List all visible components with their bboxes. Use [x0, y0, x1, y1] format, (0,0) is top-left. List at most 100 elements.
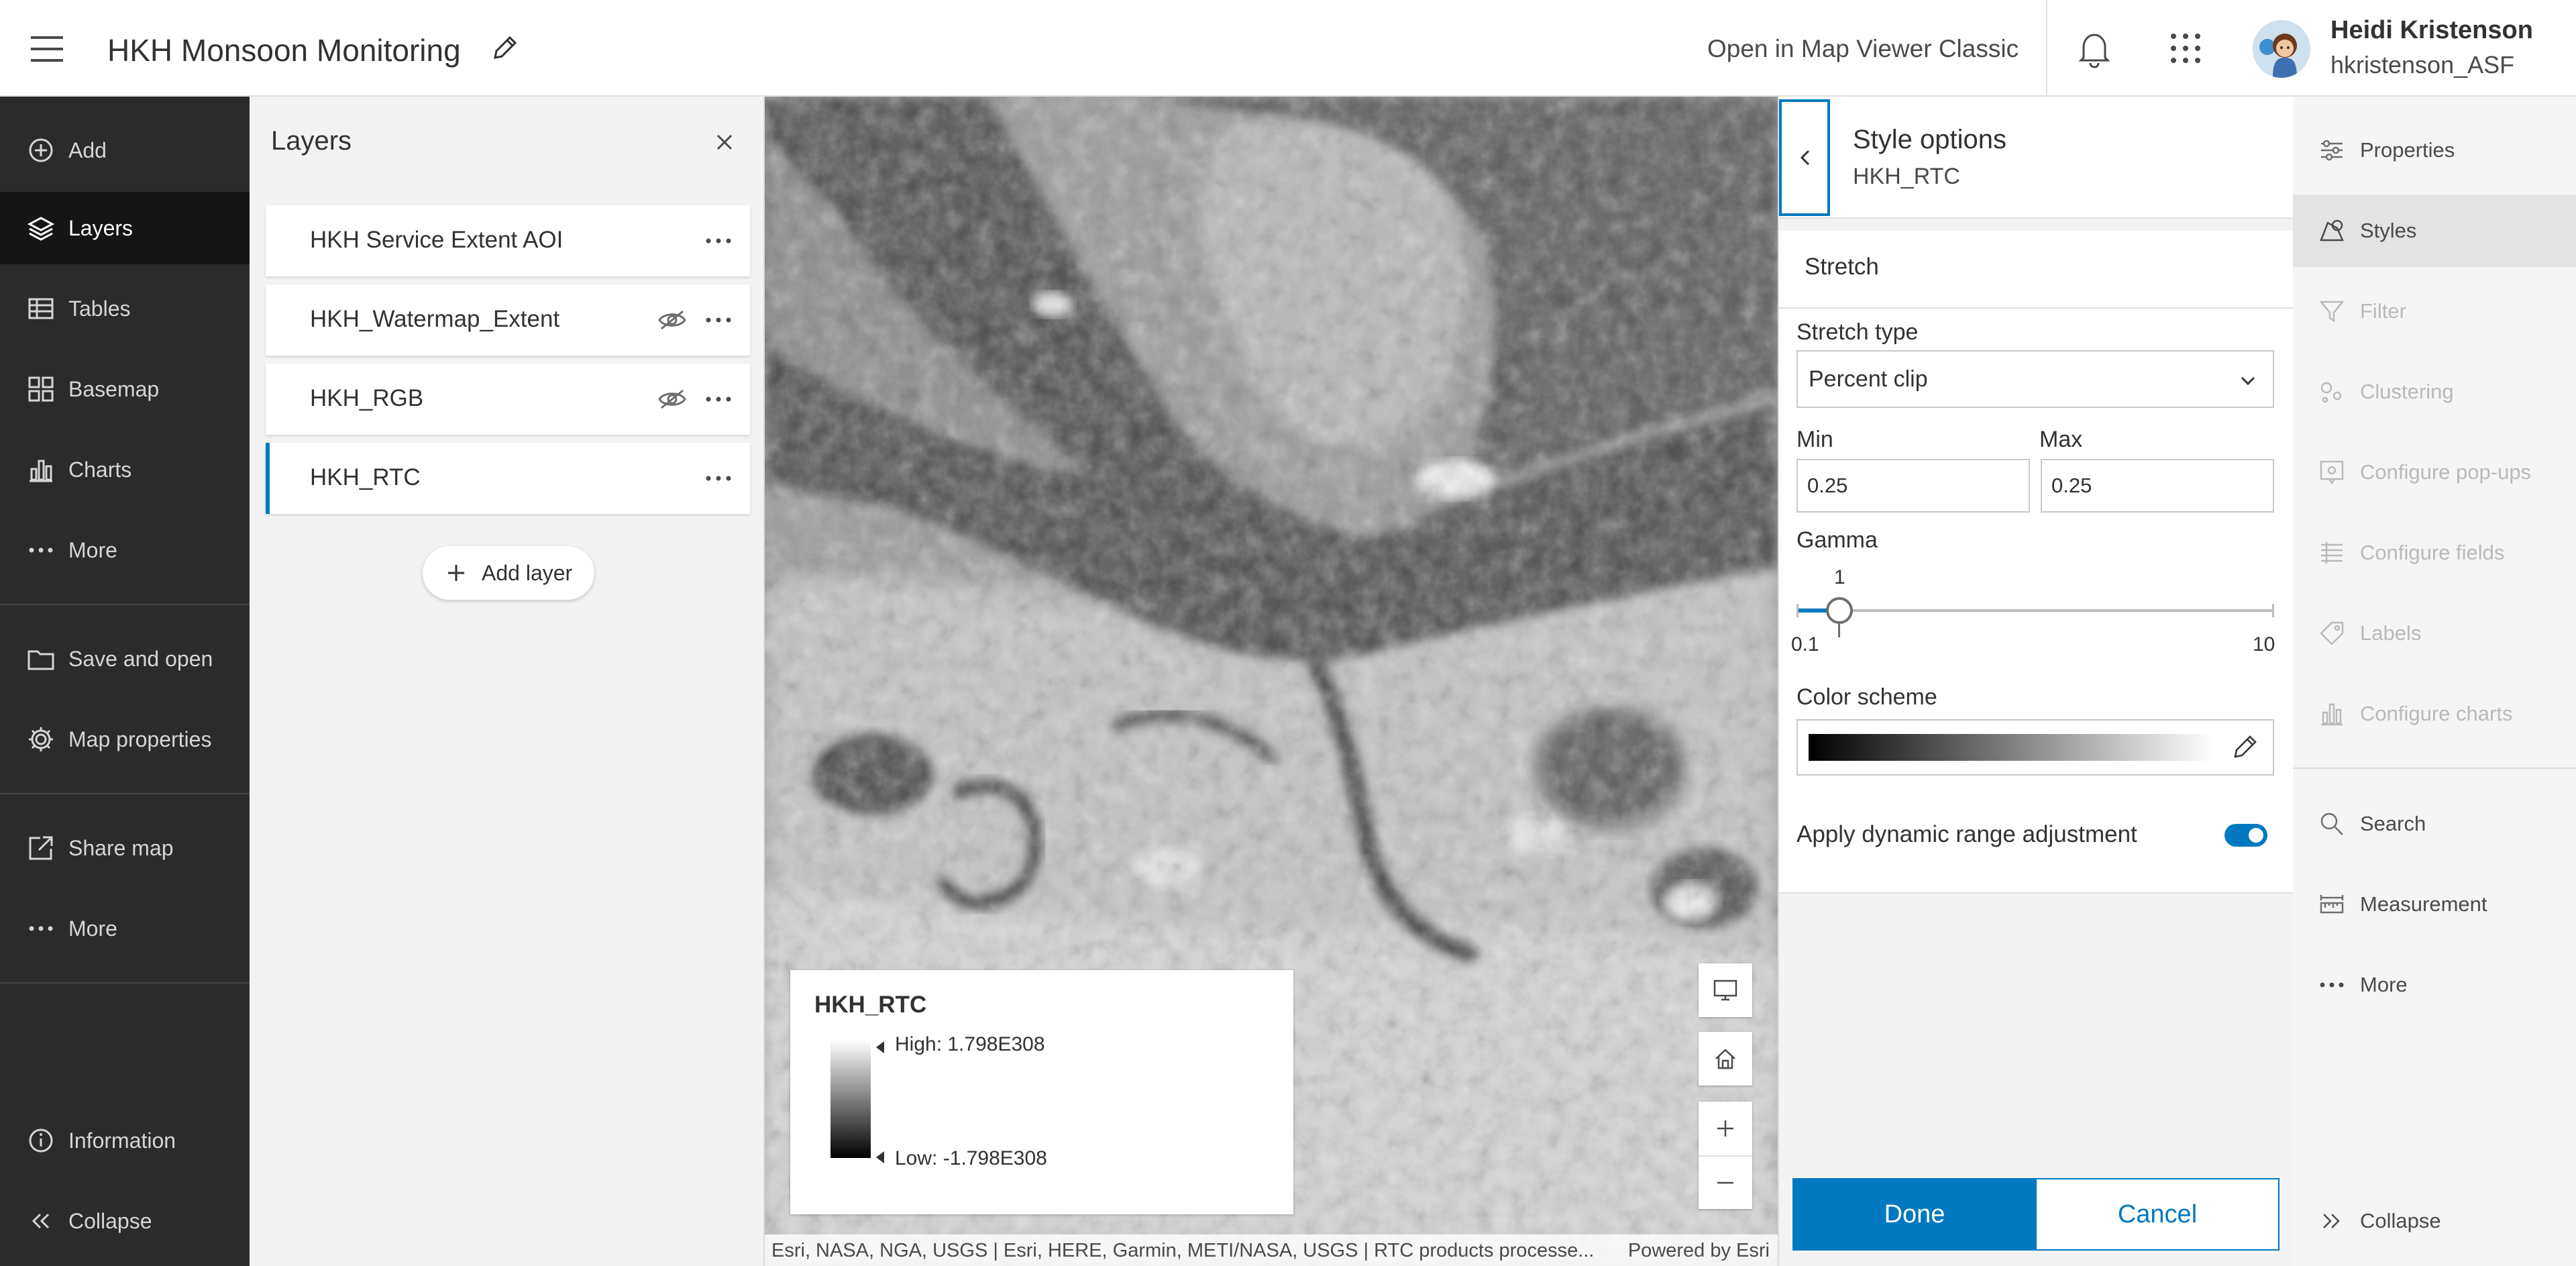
toolbar-map-properties-label: Map properties [68, 727, 212, 751]
map-view[interactable]: HKH_RTC High: 1.798E308 Low: -1.798E308 … [765, 97, 1778, 1266]
slider-thumb-stem [1838, 623, 1840, 637]
stretch-type-select[interactable]: Percent clip [1796, 350, 2274, 408]
layer-options-ellipsis-icon[interactable] [703, 307, 734, 333]
toolbar-configure-fields[interactable]: Configure fields [2293, 517, 2576, 589]
info-icon [29, 1128, 53, 1153]
max-input[interactable] [2041, 459, 2274, 513]
section-divider [1779, 307, 2293, 309]
toolbar-search[interactable]: Search [2293, 788, 2576, 860]
toolbar-more-1[interactable]: More [0, 514, 250, 586]
toolbar-configure-popups[interactable]: Configure pop-ups [2293, 436, 2576, 509]
map-attribution[interactable]: Esri, NASA, NGA, USGS | Esri, HERE, Garm… [765, 1234, 1778, 1266]
style-options-header: Style options HKH_RTC [1779, 97, 2293, 219]
style-options-title: Style options [1853, 125, 2007, 154]
edit-title-pencil-icon[interactable] [490, 34, 519, 63]
toolbar-properties[interactable]: Properties [2293, 114, 2576, 187]
toolbar-basemap-label: Basemap [68, 376, 160, 401]
dynamic-range-toggle[interactable] [2224, 824, 2267, 847]
toolbar-divider [2293, 768, 2576, 769]
stretch-type-value: Percent clip [1809, 366, 1928, 392]
monitor-icon [1713, 980, 1737, 1001]
toggle-view-monitor-button[interactable] [1699, 963, 1752, 1017]
fields-icon [2321, 542, 2343, 564]
stretch-section: Stretch Stretch type Percent clip Min Ma… [1779, 231, 2293, 894]
menu-icon[interactable] [27, 34, 67, 64]
visibility-eye-icon[interactable] [657, 388, 687, 411]
layer-name: HKH_Watermap_Extent [310, 306, 560, 332]
plus-icon [1717, 1120, 1733, 1137]
color-scheme-ramp [1809, 734, 2214, 761]
styles-icon [2320, 219, 2344, 242]
layer-item-selected[interactable]: HKH_RTC [266, 443, 750, 514]
toolbar-layers[interactable]: Layers [0, 192, 250, 264]
toolbar-configure-popups-label: Configure pop-ups [2360, 460, 2532, 484]
toolbar-clustering[interactable]: Clustering [2293, 356, 2576, 428]
user-full-name[interactable]: Heidi Kristenson [2330, 16, 2533, 45]
slider-tick [2272, 604, 2274, 617]
toolbar-add-label: Add [68, 138, 107, 162]
toolbar-more[interactable]: More [2293, 949, 2576, 1021]
cancel-button[interactable]: Cancel [2035, 1178, 2279, 1251]
add-layer-button[interactable]: Add layer [423, 546, 594, 600]
legend-color-ramp [830, 1040, 871, 1158]
back-button[interactable] [1779, 99, 1830, 216]
user-avatar[interactable] [2253, 20, 2310, 78]
toolbar-charts[interactable]: Charts [0, 433, 250, 506]
toolbar-save-open-label: Save and open [68, 646, 213, 671]
ellipsis-icon [2320, 982, 2344, 988]
toolbar-collapse[interactable]: Collapse [0, 1185, 250, 1257]
layer-options-ellipsis-icon[interactable] [703, 228, 734, 254]
default-extent-button[interactable] [1699, 1032, 1752, 1086]
toolbar-share-map[interactable]: Share map [0, 812, 250, 884]
layer-item[interactable]: HKH_RGB [266, 364, 750, 435]
toolbar-tables[interactable]: Tables [0, 272, 250, 345]
stretch-section-title[interactable]: Stretch [1805, 254, 1879, 280]
chevron-left-icon [1800, 150, 1810, 166]
chevron-down-icon [2241, 376, 2255, 386]
layer-name: HKH_RGB [310, 385, 424, 411]
toolbar-basemap[interactable]: Basemap [0, 353, 250, 425]
min-input[interactable] [1796, 459, 2030, 513]
zoom-in-button[interactable] [1699, 1102, 1752, 1155]
open-map-viewer-classic-link[interactable]: Open in Map Viewer Classic [1707, 35, 2019, 63]
toolbar-more-2[interactable]: More [0, 892, 250, 965]
toolbar-configure-charts[interactable]: Configure charts [2293, 678, 2576, 750]
attribution-text[interactable]: Esri, NASA, NGA, USGS | Esri, HERE, Garm… [771, 1240, 1603, 1262]
double-chevron-right-icon [2323, 1214, 2340, 1228]
toolbar-filter[interactable]: Filter [2293, 275, 2576, 348]
color-scheme-picker[interactable] [1796, 719, 2274, 776]
notifications-bell-icon[interactable] [2076, 28, 2113, 68]
toolbar-measurement[interactable]: Measurement [2293, 868, 2576, 941]
visibility-eye-icon[interactable] [657, 309, 687, 331]
zoom-out-button[interactable] [1699, 1155, 1752, 1209]
app-launcher-grid-icon[interactable] [2168, 31, 2203, 66]
share-icon [29, 836, 53, 860]
layer-item[interactable]: HKH Service Extent AOI [266, 205, 750, 276]
layer-item[interactable]: HKH_Watermap_Extent [266, 284, 750, 356]
toolbar-filter-label: Filter [2360, 299, 2406, 323]
table-icon [28, 298, 54, 319]
toolbar-map-properties[interactable]: Map properties [0, 703, 250, 776]
toolbar-save-and-open[interactable]: Save and open [0, 623, 250, 695]
stretch-type-label: Stretch type [1796, 319, 1919, 345]
gamma-slider-thumb[interactable] [1826, 597, 1853, 624]
legend-low-label: Low: -1.798E308 [895, 1147, 1047, 1169]
gear-icon [29, 727, 53, 751]
toolbar-add[interactable]: Add [0, 114, 250, 187]
powered-by-esri[interactable]: Powered by Esri [1628, 1240, 1770, 1262]
layer-options-ellipsis-icon[interactable] [703, 386, 734, 412]
edit-pencil-icon[interactable] [2230, 733, 2259, 762]
toolbar-information[interactable]: Information [0, 1104, 250, 1177]
toolbar-divider [0, 604, 250, 605]
toolbar-properties-label: Properties [2360, 138, 2455, 162]
close-panel-icon[interactable] [712, 130, 737, 154]
gamma-max-label: 10 [2253, 633, 2275, 655]
user-id[interactable]: hkristenson_ASF [2330, 51, 2514, 79]
toolbar-styles[interactable]: Styles [2293, 195, 2576, 267]
done-button[interactable]: Done [1792, 1178, 2037, 1251]
map-legend: HKH_RTC High: 1.798E308 Low: -1.798E308 [790, 970, 1293, 1214]
toolbar-collapse[interactable]: Collapse [2293, 1185, 2576, 1257]
layer-options-ellipsis-icon[interactable] [703, 466, 734, 491]
toolbar-labels[interactable]: Labels [2293, 597, 2576, 670]
gamma-slider-track[interactable] [1796, 609, 2274, 612]
